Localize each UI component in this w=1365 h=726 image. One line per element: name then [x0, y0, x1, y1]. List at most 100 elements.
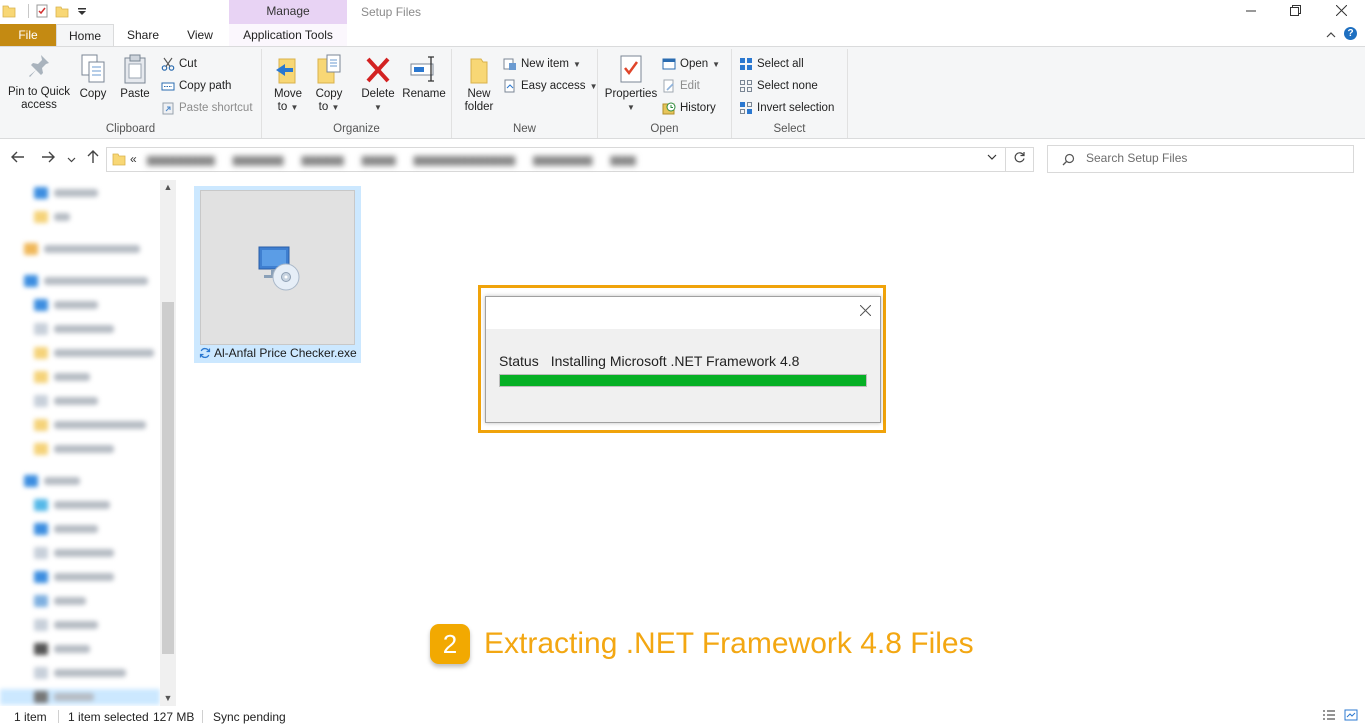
tree-item[interactable] [24, 273, 148, 289]
delete-icon [366, 57, 390, 83]
tree-item[interactable] [34, 185, 98, 201]
file-item[interactable]: Al-Anfal Price Checker.exe [194, 186, 361, 363]
new-folder-label-line1: New [467, 88, 491, 100]
tree-item[interactable] [34, 545, 114, 561]
back-button[interactable] [11, 150, 25, 168]
tree-item[interactable] [24, 241, 140, 257]
select-none-button[interactable]: Select none [739, 77, 818, 95]
tab-file[interactable]: File [0, 24, 56, 47]
collapse-ribbon-icon[interactable] [1326, 30, 1336, 38]
search-box[interactable] [1047, 145, 1354, 173]
open-label: Open [680, 58, 709, 70]
tree-item[interactable] [34, 521, 98, 537]
tree-item[interactable] [34, 665, 126, 681]
scroll-up-button[interactable]: ▲ [160, 182, 176, 192]
copy-path-label: Copy path [179, 80, 232, 92]
status-bar: 1 item 1 item selected 127 MB Sync pendi… [0, 706, 1365, 726]
customize-toolbar-icon[interactable] [75, 3, 89, 19]
tree-item[interactable] [34, 209, 70, 225]
address-dropdown-button[interactable] [987, 152, 997, 164]
select-all-button[interactable]: Select all [739, 55, 804, 73]
open-icon [662, 58, 676, 70]
tree-item[interactable] [34, 321, 114, 337]
properties-icon[interactable] [35, 3, 49, 19]
copy-button[interactable]: Copy [76, 53, 110, 101]
breadcrumb-overflow[interactable]: « [130, 152, 137, 166]
forward-button[interactable] [41, 150, 55, 168]
tab-home[interactable]: Home [56, 24, 114, 47]
large-icons-view-icon[interactable] [1344, 709, 1358, 721]
new-folder-button[interactable]: New folder [460, 53, 498, 114]
move-to-icon [276, 58, 296, 84]
select-all-icon [740, 58, 752, 70]
open-button[interactable]: Open ▼ [662, 55, 720, 73]
tree-item[interactable] [34, 497, 110, 513]
new-item-button[interactable]: New item ▼ [503, 55, 581, 73]
recent-locations-button[interactable] [67, 152, 76, 168]
search-icon [1062, 153, 1075, 166]
back-arrow-icon [11, 151, 24, 163]
edit-button[interactable]: Edit [662, 77, 700, 95]
navigation-pane-scrollbar[interactable]: ▲ ▼ [160, 180, 176, 706]
tree-item[interactable] [0, 689, 160, 705]
edit-label: Edit [680, 80, 700, 92]
new-folder-icon[interactable] [55, 3, 69, 19]
rename-button[interactable]: Rename [402, 53, 446, 101]
scroll-down-button[interactable]: ▼ [160, 693, 176, 703]
tree-item[interactable] [34, 297, 98, 313]
invert-selection-button[interactable]: Invert selection [739, 99, 834, 117]
properties-button[interactable]: Properties ▼ [604, 53, 658, 114]
paste-button[interactable]: Paste [116, 53, 154, 101]
copy-to-button[interactable]: Copy to ▼ [312, 53, 346, 114]
tree-item[interactable] [34, 345, 154, 361]
tree-item[interactable] [34, 617, 98, 633]
close-window-button[interactable] [1326, 2, 1356, 22]
organize-group: Move to ▼ Copy to ▼ Delete ▼ Rename Organ… [262, 49, 452, 138]
dialog-status: Status Installing Microsoft .NET Framewor… [499, 353, 799, 369]
refresh-button[interactable] [1006, 147, 1034, 172]
history-button[interactable]: History [662, 99, 716, 117]
tree-item[interactable] [34, 569, 114, 585]
tree-item[interactable] [34, 593, 86, 609]
file-name: Al-Anfal Price Checker.exe [199, 346, 357, 360]
copy-to-icon [317, 54, 341, 84]
status-text: Installing Microsoft .NET Framework 4.8 [550, 353, 800, 369]
scrollbar-thumb[interactable] [162, 302, 174, 654]
help-icon[interactable]: ? [1344, 27, 1357, 40]
scissors-icon [161, 57, 175, 71]
folder-icon [112, 153, 126, 166]
maximize-button[interactable] [1280, 2, 1310, 22]
tree-item[interactable] [34, 393, 98, 409]
copy-path-button[interactable]: Copy path [161, 77, 231, 95]
search-input[interactable] [1086, 151, 1346, 165]
paste-icon [124, 54, 146, 84]
tree-item[interactable] [24, 473, 80, 489]
select-none-icon [740, 80, 752, 92]
tree-item[interactable] [34, 417, 146, 433]
details-view-icon[interactable] [1322, 709, 1336, 721]
new-group: New folder New item ▼ Easy access ▼ New [452, 49, 598, 138]
minimize-button[interactable] [1236, 2, 1266, 22]
up-button[interactable] [86, 150, 100, 168]
step-caption-text: Extracting .NET Framework 4.8 Files [484, 627, 974, 660]
tree-item[interactable] [34, 369, 90, 385]
address-bar[interactable]: « ▆▆▆▆▆▆▆▆ ▆▆▆▆▆▆ ▆▆▆▆▆ ▆▆▆▆ ▆▆▆▆▆▆▆▆▆▆▆▆ ▆▆▆… [106, 147, 1006, 172]
tab-view[interactable]: View [176, 24, 224, 47]
rename-icon [410, 56, 434, 82]
item-count: 1 item [14, 710, 47, 724]
history-icon [662, 102, 676, 115]
status-divider [202, 710, 203, 723]
refresh-icon [1014, 152, 1025, 163]
move-to-button[interactable]: Move to ▼ [270, 53, 306, 114]
paste-shortcut-button[interactable]: Paste shortcut [161, 99, 253, 117]
dialog-close-button[interactable] [859, 304, 872, 320]
easy-access-button[interactable]: Easy access ▼ [503, 77, 597, 95]
title-bar: Manage Setup Files [0, 0, 1365, 24]
tree-item[interactable] [34, 441, 114, 457]
tab-application-tools[interactable]: Application Tools [229, 24, 347, 47]
delete-button[interactable]: Delete ▼ [358, 53, 398, 114]
tree-item[interactable] [34, 641, 90, 657]
pin-to-quick-access-button[interactable]: Pin to Quick access [4, 53, 74, 112]
tab-share[interactable]: Share [118, 24, 168, 47]
cut-button[interactable]: Cut [161, 55, 197, 73]
